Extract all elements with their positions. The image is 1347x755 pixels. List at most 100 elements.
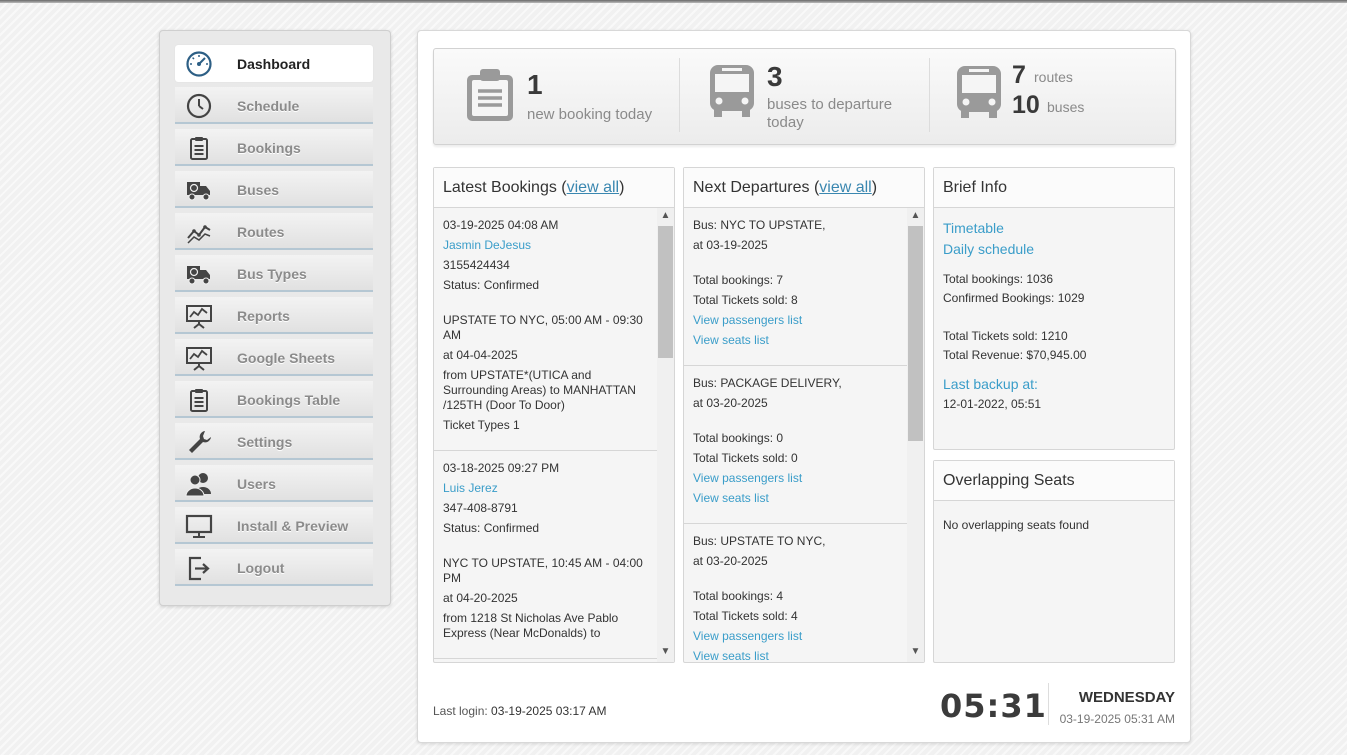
last-login-label: Last login: <box>433 704 492 718</box>
scroll-up-arrow-icon[interactable]: ▲ <box>910 210 921 221</box>
booking-from-to: from UPSTATE*(UTICA and Surrounding Area… <box>443 368 636 412</box>
latest-bookings-panel: Latest Bookings (view all) 03-19-2025 04… <box>433 167 675 663</box>
sidebar-item-logout[interactable]: Logout <box>175 549 373 586</box>
scrollbar[interactable]: ▲ ▼ <box>907 208 924 662</box>
panel-title-text: Next Departures ( <box>693 179 820 196</box>
next-departures-panel: Next Departures (view all) Bus: NYC TO U… <box>683 167 925 663</box>
departure-bus: Bus: PACKAGE DELIVERY, <box>693 376 842 390</box>
last-login: Last login: 03-19-2025 03:17 AM <box>433 704 606 718</box>
view-seats-link[interactable]: View seats list <box>693 491 900 506</box>
panel-title: Overlapping Seats <box>934 461 1174 501</box>
sidebar-item-label: Settings <box>237 434 293 450</box>
view-all-departures-link[interactable]: view all <box>819 179 871 196</box>
panel-title-end: ) <box>619 179 625 196</box>
sidebar-item-settings[interactable]: Settings <box>175 423 373 460</box>
last-login-value: 03-19-2025 03:17 AM <box>491 704 607 718</box>
view-all-bookings-link[interactable]: view all <box>567 179 619 196</box>
sidebar-item-users[interactable]: Users <box>175 465 373 502</box>
scroll-down-arrow-icon[interactable]: ▼ <box>660 646 671 657</box>
scroll-down-arrow-icon[interactable]: ▼ <box>910 646 921 657</box>
sidebar-item-install-preview[interactable]: Install & Preview <box>175 507 373 544</box>
list-item: Bus: PACKAGE DELIVERY, at 03-20-2025 Tot… <box>684 366 909 524</box>
departure-total-bookings: Total bookings: 4 <box>693 589 784 603</box>
clipboard-icon <box>185 386 213 414</box>
sidebar-item-buses[interactable]: Buses <box>175 171 373 208</box>
panel-title-end: ) <box>871 179 878 196</box>
sidebar-item-schedule[interactable]: Schedule <box>175 87 373 124</box>
last-backup-value: 12-01-2022, 05:51 <box>943 397 1042 411</box>
presentation-chart-icon <box>185 344 213 372</box>
clock-time: 05:31 <box>940 687 1047 725</box>
sidebar-item-google-sheets[interactable]: Google Sheets <box>175 339 373 376</box>
sidebar-item-label: Install & Preview <box>237 518 349 534</box>
sidebar-item-label: Reports <box>237 308 290 324</box>
departure-bus: Bus: NYC TO UPSTATE, <box>693 218 826 232</box>
scroll-thumb[interactable] <box>908 226 923 441</box>
overlapping-seats-panel: Overlapping Seats No overlapping seats f… <box>933 460 1175 663</box>
scroll-up-arrow-icon[interactable]: ▲ <box>660 210 671 221</box>
sidebar-item-label: Routes <box>237 224 285 240</box>
booking-phone: 347-408-8791 <box>443 501 518 515</box>
view-passengers-link[interactable]: View passengers list <box>693 313 900 328</box>
departure-date: at 03-19-2025 <box>693 238 768 252</box>
sidebar-item-label: Logout <box>237 560 285 576</box>
stat-number: 1 <box>527 69 543 100</box>
route-graph-icon <box>185 218 213 246</box>
stat-departures: 3 buses to departure today <box>680 49 929 144</box>
list-item: Bus: NYC TO UPSTATE, at 03-19-2025 Total… <box>684 208 909 366</box>
sidebar-nav: Dashboard Schedule Bookings Buses Routes… <box>159 30 391 606</box>
truck-icon <box>185 176 213 204</box>
confirmed-bookings: Confirmed Bookings: 1029 <box>943 291 1085 305</box>
view-seats-link[interactable]: View seats list <box>693 333 900 348</box>
view-seats-link[interactable]: View seats list <box>693 649 900 662</box>
booking-status: Status: Confirmed <box>443 278 540 292</box>
clipboard-icon <box>465 67 517 126</box>
sidebar-item-bookings-table[interactable]: Bookings Table <box>175 381 373 418</box>
scrollbar[interactable]: ▲ ▼ <box>657 208 674 662</box>
last-backup-label: Last backup at: <box>943 376 1038 392</box>
sidebar-item-label: Users <box>237 476 276 492</box>
sidebar-item-dashboard[interactable]: Dashboard <box>175 45 373 82</box>
stat-label-line1: buses to departure <box>767 96 893 113</box>
departures-list[interactable]: Bus: NYC TO UPSTATE, at 03-19-2025 Total… <box>684 208 924 662</box>
sidebar-item-label: Bookings <box>237 140 301 156</box>
booking-date: at 04-20-2025 <box>443 591 518 605</box>
clock-date: 03-19-2025 05:31 AM <box>1059 712 1175 726</box>
presentation-chart-icon <box>185 302 213 330</box>
sidebar-item-routes[interactable]: Routes <box>175 213 373 250</box>
stats-bar: 1 new booking today 3 buses to departure… <box>433 48 1176 145</box>
timetable-link[interactable]: Timetable <box>943 218 1165 239</box>
booking-customer-link[interactable]: Jasmin DeJesus <box>443 238 650 253</box>
booking-datetime: 03-19-2025 04:08 AM <box>443 218 559 232</box>
scroll-thumb[interactable] <box>658 226 673 358</box>
bus-icon <box>955 64 1003 123</box>
booking-phone: 3155424434 <box>443 258 510 272</box>
dashboard-gauge-icon <box>185 50 213 78</box>
brief-info-panel: Brief Info Timetable Daily schedule Tota… <box>933 167 1175 450</box>
sidebar-item-reports[interactable]: Reports <box>175 297 373 334</box>
departure-tickets: Total Tickets sold: 0 <box>693 451 798 465</box>
stat-number: 3 <box>767 61 783 92</box>
stat-fleet: 7 routes 10 buses <box>930 49 1175 144</box>
clock-weekday: WEDNESDAY <box>1078 689 1175 706</box>
view-passengers-link[interactable]: View passengers list <box>693 471 900 486</box>
brief-info-body: Timetable Daily schedule Total bookings:… <box>934 208 1174 424</box>
total-revenue: Total Revenue: $70,945.00 <box>943 348 1087 362</box>
sidebar-item-bookings[interactable]: Bookings <box>175 129 373 166</box>
daily-schedule-link[interactable]: Daily schedule <box>943 239 1165 260</box>
buses-label: buses <box>1047 99 1085 115</box>
clipboard-icon <box>185 134 213 162</box>
clock-icon <box>185 92 213 120</box>
clock-divider <box>1048 683 1049 725</box>
bookings-list[interactable]: 03-19-2025 04:08 AM Jasmin DeJesus 31554… <box>434 208 674 662</box>
sidebar-item-label: Google Sheets <box>237 350 336 366</box>
panel-title-text: Latest Bookings ( <box>443 179 567 196</box>
sidebar-item-bus-types[interactable]: Bus Types <box>175 255 373 292</box>
total-tickets: Total Tickets sold: 1210 <box>943 329 1068 343</box>
departure-total-bookings: Total bookings: 0 <box>693 431 784 445</box>
view-passengers-link[interactable]: View passengers list <box>693 629 900 644</box>
booking-status: Status: Confirmed <box>443 521 540 535</box>
list-item: 03-18-2025 09:27 PM Luis Jerez 347-408-8… <box>434 451 659 659</box>
booking-customer-link[interactable]: Luis Jerez <box>443 481 650 496</box>
monitor-icon <box>185 512 213 540</box>
